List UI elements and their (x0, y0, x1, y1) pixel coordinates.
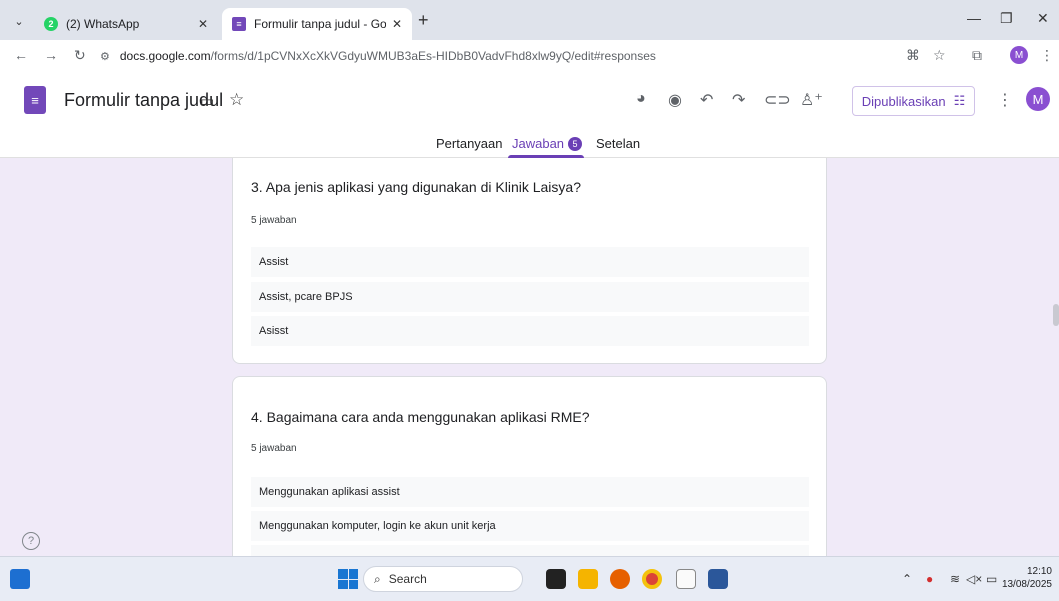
close-window-icon[interactable]: ✕ (1037, 10, 1049, 27)
battery-icon[interactable]: ▭ (986, 572, 997, 586)
preview-eye-icon[interactable]: ◉ (668, 90, 682, 110)
answer-item: Assist, pcare BPJS (251, 282, 809, 312)
redo-icon[interactable]: ↷ (732, 90, 745, 110)
add-collaborator-icon[interactable]: ♙⁺ (800, 90, 823, 110)
answer-item: Menggunakan aplikasi assist (251, 477, 809, 507)
tab-whatsapp[interactable]: 2 (2) WhatsApp ✕ (34, 8, 218, 40)
response-count: 5 jawaban (251, 443, 297, 454)
extensions-icon[interactable]: ⧉ (972, 47, 982, 64)
tab-responses[interactable]: Jawaban 5 (512, 136, 583, 151)
help-icon[interactable]: ? (22, 532, 40, 550)
question-card: 3. Apa jenis aplikasi yang digunakan di … (232, 158, 827, 364)
taskbar-search[interactable]: ⌕ Search (363, 566, 523, 592)
question-card: 4. Bagaimana cara anda menggunakan aplik… (232, 376, 827, 556)
clock-date: 13/08/2025 (1001, 579, 1052, 590)
folder-icon[interactable]: ▭ (200, 92, 214, 110)
publish-label: Dipublikasikan (861, 93, 946, 109)
tab-title: (2) WhatsApp (66, 17, 140, 31)
account-avatar[interactable]: M (1026, 87, 1050, 111)
tab-google-forms[interactable]: ≡ Formulir tanpa judul - Google F ✕ (222, 8, 412, 40)
forms-logo-icon[interactable]: ≡ (24, 86, 46, 114)
translate-icon[interactable]: ⌘ (906, 47, 920, 64)
profile-avatar[interactable]: M (1010, 46, 1028, 64)
answer-item (251, 545, 809, 556)
responses-content: 3. Apa jenis aplikasi yang digunakan di … (0, 158, 1059, 556)
task-view-icon[interactable] (546, 569, 566, 589)
address-bar[interactable]: ⚙ docs.google.com/forms/d/1pCVNxXcXkVGdy… (100, 43, 900, 69)
star-icon[interactable]: ☆ (229, 90, 244, 110)
publish-settings-icon: ☷ (953, 93, 966, 108)
site-info-icon[interactable]: ⚙ (100, 50, 110, 63)
tab-settings[interactable]: Setelan (596, 136, 640, 151)
tab-questions[interactable]: Pertanyaan (436, 136, 503, 151)
restore-icon[interactable]: ❐ (1000, 10, 1013, 27)
google-forms-icon: ≡ (232, 17, 246, 31)
search-placeholder: Search (388, 572, 427, 586)
close-tab-icon[interactable]: ✕ (392, 17, 402, 31)
response-count: 5 jawaban (251, 215, 297, 226)
new-tab-icon[interactable]: + (418, 10, 429, 31)
question-title: 4. Bagaimana cara anda menggunakan aplik… (251, 409, 590, 425)
tab-search-chevron-icon[interactable]: ⌄ (8, 10, 30, 32)
browser-menu-icon[interactable]: ⋮ (1040, 47, 1054, 64)
scrollbar-thumb[interactable] (1053, 304, 1059, 326)
undo-icon[interactable]: ↶ (700, 90, 713, 110)
firefox-icon[interactable] (610, 569, 630, 589)
responses-count-badge: 5 (568, 137, 583, 151)
widgets-icon[interactable] (10, 569, 30, 589)
browser-toolbar: ← → ↻ ⚙ docs.google.com/forms/d/1pCVNxXc… (0, 40, 1059, 72)
tab-title: Formulir tanpa judul - Google F (254, 17, 386, 31)
back-icon[interactable]: ← (14, 47, 28, 63)
search-icon: ⌕ (374, 571, 381, 586)
system-clock[interactable]: 12:10 13/08/2025 (1000, 565, 1052, 591)
publish-button[interactable]: Dipublikasikan ☷ (852, 86, 975, 116)
whatsapp-icon: 2 (44, 17, 58, 31)
answer-item: Assist (251, 247, 809, 277)
word-icon[interactable] (708, 569, 728, 589)
windows-start-icon[interactable] (338, 569, 358, 589)
palette-icon[interactable]: ◕ (636, 90, 646, 108)
url-path: /forms/d/1pCVNxXcXkVGdyuWMUB3aEs-HIDbB0V… (210, 49, 656, 63)
answer-item: Menggunakan komputer, login ke akun unit… (251, 511, 809, 541)
tab-responses-label: Jawaban (512, 136, 565, 151)
tray-overflow-icon[interactable]: ⌃ (902, 572, 912, 586)
forms-header: ≡ Formulir tanpa judul ▭ ☆ ◕ ◉ ↶ ↷ ⊂⊃ ♙⁺… (0, 72, 1059, 158)
link-icon[interactable]: ⊂⊃ (764, 90, 791, 110)
form-tabs: Pertanyaan Jawaban 5 Setelan (0, 134, 1059, 158)
wifi-icon[interactable]: ≋ (950, 572, 960, 586)
close-tab-icon[interactable]: ✕ (198, 17, 208, 31)
chrome-icon[interactable] (642, 569, 662, 589)
reload-icon[interactable]: ↻ (74, 47, 86, 64)
forward-icon[interactable]: → (44, 47, 58, 63)
tray-app-icon[interactable]: ● (926, 572, 933, 586)
minimize-icon[interactable]: — (967, 10, 981, 26)
browser-tab-strip: ⌄ 2 (2) WhatsApp ✕ ≡ Formulir tanpa judu… (0, 0, 1059, 40)
bookmark-star-icon[interactable]: ☆ (933, 47, 946, 64)
file-explorer-icon[interactable] (578, 569, 598, 589)
taskbar: ⌕ Search ⌃ ● ≋ ◁× ▭ 12:10 13/08/2025 (0, 556, 1059, 601)
question-title: 3. Apa jenis aplikasi yang digunakan di … (251, 179, 581, 195)
url-host: docs.google.com (119, 49, 211, 63)
clock-time: 12:10 (1026, 566, 1052, 577)
calendar-icon[interactable] (676, 569, 696, 589)
volume-mute-icon[interactable]: ◁× (966, 572, 982, 586)
answer-item: Asisst (251, 316, 809, 346)
more-options-icon[interactable]: ⋮ (997, 90, 1013, 110)
